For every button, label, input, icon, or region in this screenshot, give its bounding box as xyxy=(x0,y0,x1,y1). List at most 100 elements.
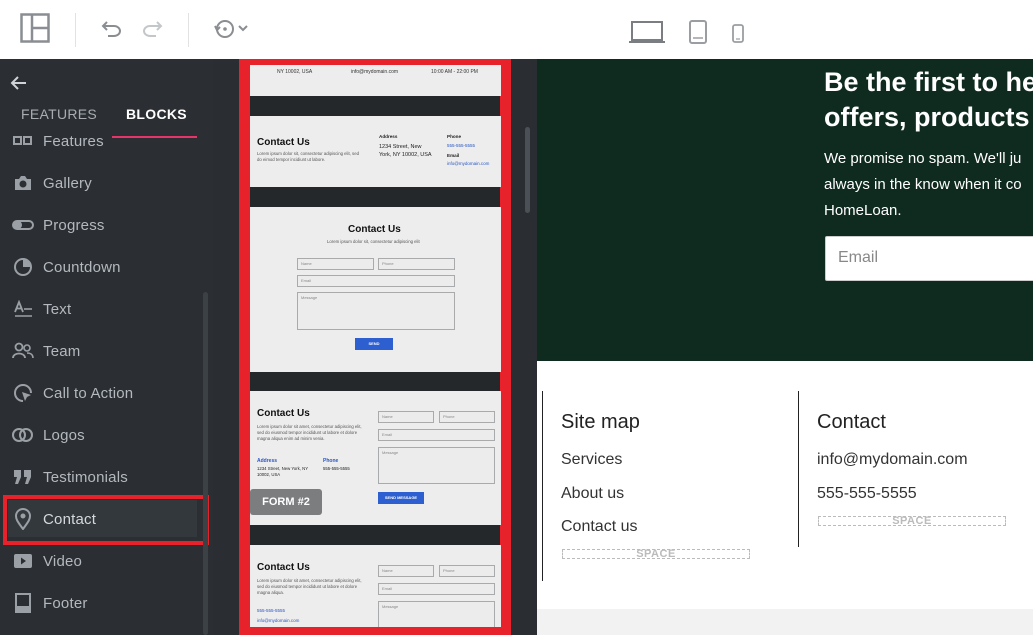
sidebar-item-label: Progress xyxy=(43,216,105,234)
footer-section: Site map Services About us Contact us SP… xyxy=(537,361,1033,609)
space-placeholder[interactable]: SPACE xyxy=(818,516,1006,527)
sidebar-item-call-to-action[interactable]: Call to Action xyxy=(0,373,213,413)
sidebar-item-label: Team xyxy=(43,342,81,360)
thumb-email: info@mydomain.com xyxy=(351,69,399,75)
form-2-badge: FORM #2 xyxy=(250,489,322,515)
text-line: HomeLoan. xyxy=(824,202,902,219)
contact-phone[interactable]: 555-555-5555 xyxy=(817,485,917,503)
sidebar-item-video[interactable]: Video xyxy=(0,541,213,581)
thumb-message-field: Message xyxy=(378,601,495,627)
block-thumbnail-contact-2[interactable]: Contact Us Lorem ipsum dolor sit, consec… xyxy=(250,207,501,372)
top-toolbar xyxy=(0,0,1033,59)
thumb-phone-field: Phone xyxy=(439,411,495,423)
thumb-title: Contact Us xyxy=(257,137,310,148)
thumb-send-button: SEND xyxy=(355,338,393,350)
thumb-address-label: Address xyxy=(379,134,398,139)
sitemap-heading: Site map xyxy=(561,411,640,433)
sidebar-item-label: Testimonials xyxy=(43,468,128,486)
sidebar-item-label: Contact xyxy=(43,510,97,528)
thumb-description: Lorem ipsum dolor sit, consectetur adipi… xyxy=(327,239,420,244)
sidebar-item-label: Text xyxy=(43,300,72,318)
newsletter-email-input[interactable]: Email xyxy=(825,236,1033,281)
sidebar-item-progress[interactable]: Progress xyxy=(0,205,213,245)
thumb-phone: 555-555-5555 xyxy=(323,466,350,471)
progress-icon xyxy=(12,215,34,235)
thumb-message-field: Message xyxy=(378,447,495,484)
space-placeholder[interactable]: SPACE xyxy=(562,549,750,560)
sidebar-item-text[interactable]: Text xyxy=(0,289,213,329)
heading-line: offers, products xyxy=(824,102,1030,132)
blocks-sidebar: FEATURES BLOCKS Features Gallery Progres… xyxy=(0,59,213,635)
thumb-phone-field: Phone xyxy=(439,565,495,577)
history-icon[interactable] xyxy=(213,17,251,41)
block-previews-panel: NY 10002, USA info@mydomain.com 10:00 AM… xyxy=(213,59,537,635)
thumb-description: Lorem ipsum dolor sit, consectetur adipi… xyxy=(257,151,359,162)
thumb-title: Contact Us xyxy=(257,408,310,419)
sidebar-item-label: Call to Action xyxy=(43,384,134,402)
text-line: always in the know when it co xyxy=(824,176,1022,193)
tablet-icon[interactable] xyxy=(688,20,708,44)
sidebar-item-features[interactable]: Features xyxy=(0,121,213,161)
cursor-icon xyxy=(12,383,34,403)
features-icon xyxy=(12,131,34,151)
newsletter-text: We promise no spam. We'll ju always in t… xyxy=(824,146,1033,224)
sidebar-item-label: Gallery xyxy=(43,174,92,192)
sidebar-item-logos[interactable]: Logos xyxy=(0,415,213,455)
block-thumbnail-contact-1[interactable]: Contact Us Lorem ipsum dolor sit, consec… xyxy=(250,116,501,187)
thumb-email: info@mydomain.com xyxy=(257,618,300,623)
location-pin-icon xyxy=(12,508,34,530)
page-preview: Be the first to he offers, products We p… xyxy=(537,59,1033,635)
thumb-phone-label: Phone xyxy=(447,134,462,139)
redo-icon[interactable] xyxy=(141,17,163,39)
thumb-send-message-button: SEND MESSAGE xyxy=(378,492,424,504)
team-icon xyxy=(12,341,34,361)
sidebar-item-contact[interactable]: Contact xyxy=(0,499,213,539)
toolbar-divider xyxy=(75,13,76,47)
sidebar-scrollbar[interactable] xyxy=(203,292,208,635)
newsletter-section: Be the first to he offers, products We p… xyxy=(537,59,1033,361)
thumb-name-field: Name xyxy=(297,258,374,270)
back-arrow-icon[interactable] xyxy=(10,75,28,96)
sitemap-link-contact[interactable]: Contact us xyxy=(561,518,637,536)
thumb-email-field: Email xyxy=(378,429,495,441)
sidebar-item-label: Countdown xyxy=(43,258,121,276)
sidebar-item-countdown[interactable]: Countdown xyxy=(0,247,213,287)
sidebar-item-label: Video xyxy=(43,552,83,570)
countdown-icon xyxy=(12,257,34,277)
thumb-phone: 555-555-5555 xyxy=(257,608,286,613)
sidebar-item-testimonials[interactable]: Testimonials xyxy=(0,457,213,497)
newsletter-heading: Be the first to he offers, products xyxy=(824,65,1033,135)
sidebar-item-footer[interactable]: Footer xyxy=(0,583,213,623)
footer-divider xyxy=(798,391,799,547)
thumb-title: Contact Us xyxy=(348,224,401,235)
thumb-name-field: Name xyxy=(378,411,434,423)
thumb-phone-label: Phone xyxy=(323,458,339,464)
thumb-phone-field: Phone xyxy=(378,258,455,270)
sidebar-item-label: Footer xyxy=(43,594,88,612)
sidebar-item-team[interactable]: Team xyxy=(0,331,213,371)
undo-icon[interactable] xyxy=(101,17,123,39)
footer-icon xyxy=(12,593,34,613)
video-icon xyxy=(12,551,34,571)
layout-grid-icon[interactable] xyxy=(20,13,50,43)
thumb-email-field: Email xyxy=(297,275,455,287)
laptop-icon[interactable] xyxy=(628,20,666,44)
thumb-description: Lorem ipsum dolor sit amet, consectetur … xyxy=(257,424,362,441)
thumb-hours: 10:00 AM - 22:00 PM xyxy=(431,69,478,75)
mobile-icon[interactable] xyxy=(731,24,745,44)
block-thumbnail-contact-4[interactable]: Contact Us Lorem ipsum dolor sit amet, c… xyxy=(250,545,501,627)
block-thumbnail-contact-0[interactable]: NY 10002, USA info@mydomain.com 10:00 AM… xyxy=(250,65,501,96)
sidebar-item-label: Logos xyxy=(43,426,85,444)
sitemap-link-about[interactable]: About us xyxy=(561,485,624,503)
sidebar-item-label: Features xyxy=(43,132,104,150)
thumb-address-label: Address xyxy=(257,458,278,464)
toolbar-divider xyxy=(188,13,189,47)
sidebar-item-gallery[interactable]: Gallery xyxy=(0,163,213,203)
sitemap-link-services[interactable]: Services xyxy=(561,451,622,469)
thumb-address: 1234 Street, New York, NY 10002, USA xyxy=(257,466,309,477)
contact-email[interactable]: info@mydomain.com xyxy=(817,451,968,469)
text-line: We promise no spam. We'll ju xyxy=(824,150,1022,167)
logos-icon xyxy=(12,425,34,445)
thumb-email-field: Email xyxy=(378,583,495,595)
blocks-scrollbar[interactable] xyxy=(525,127,530,213)
